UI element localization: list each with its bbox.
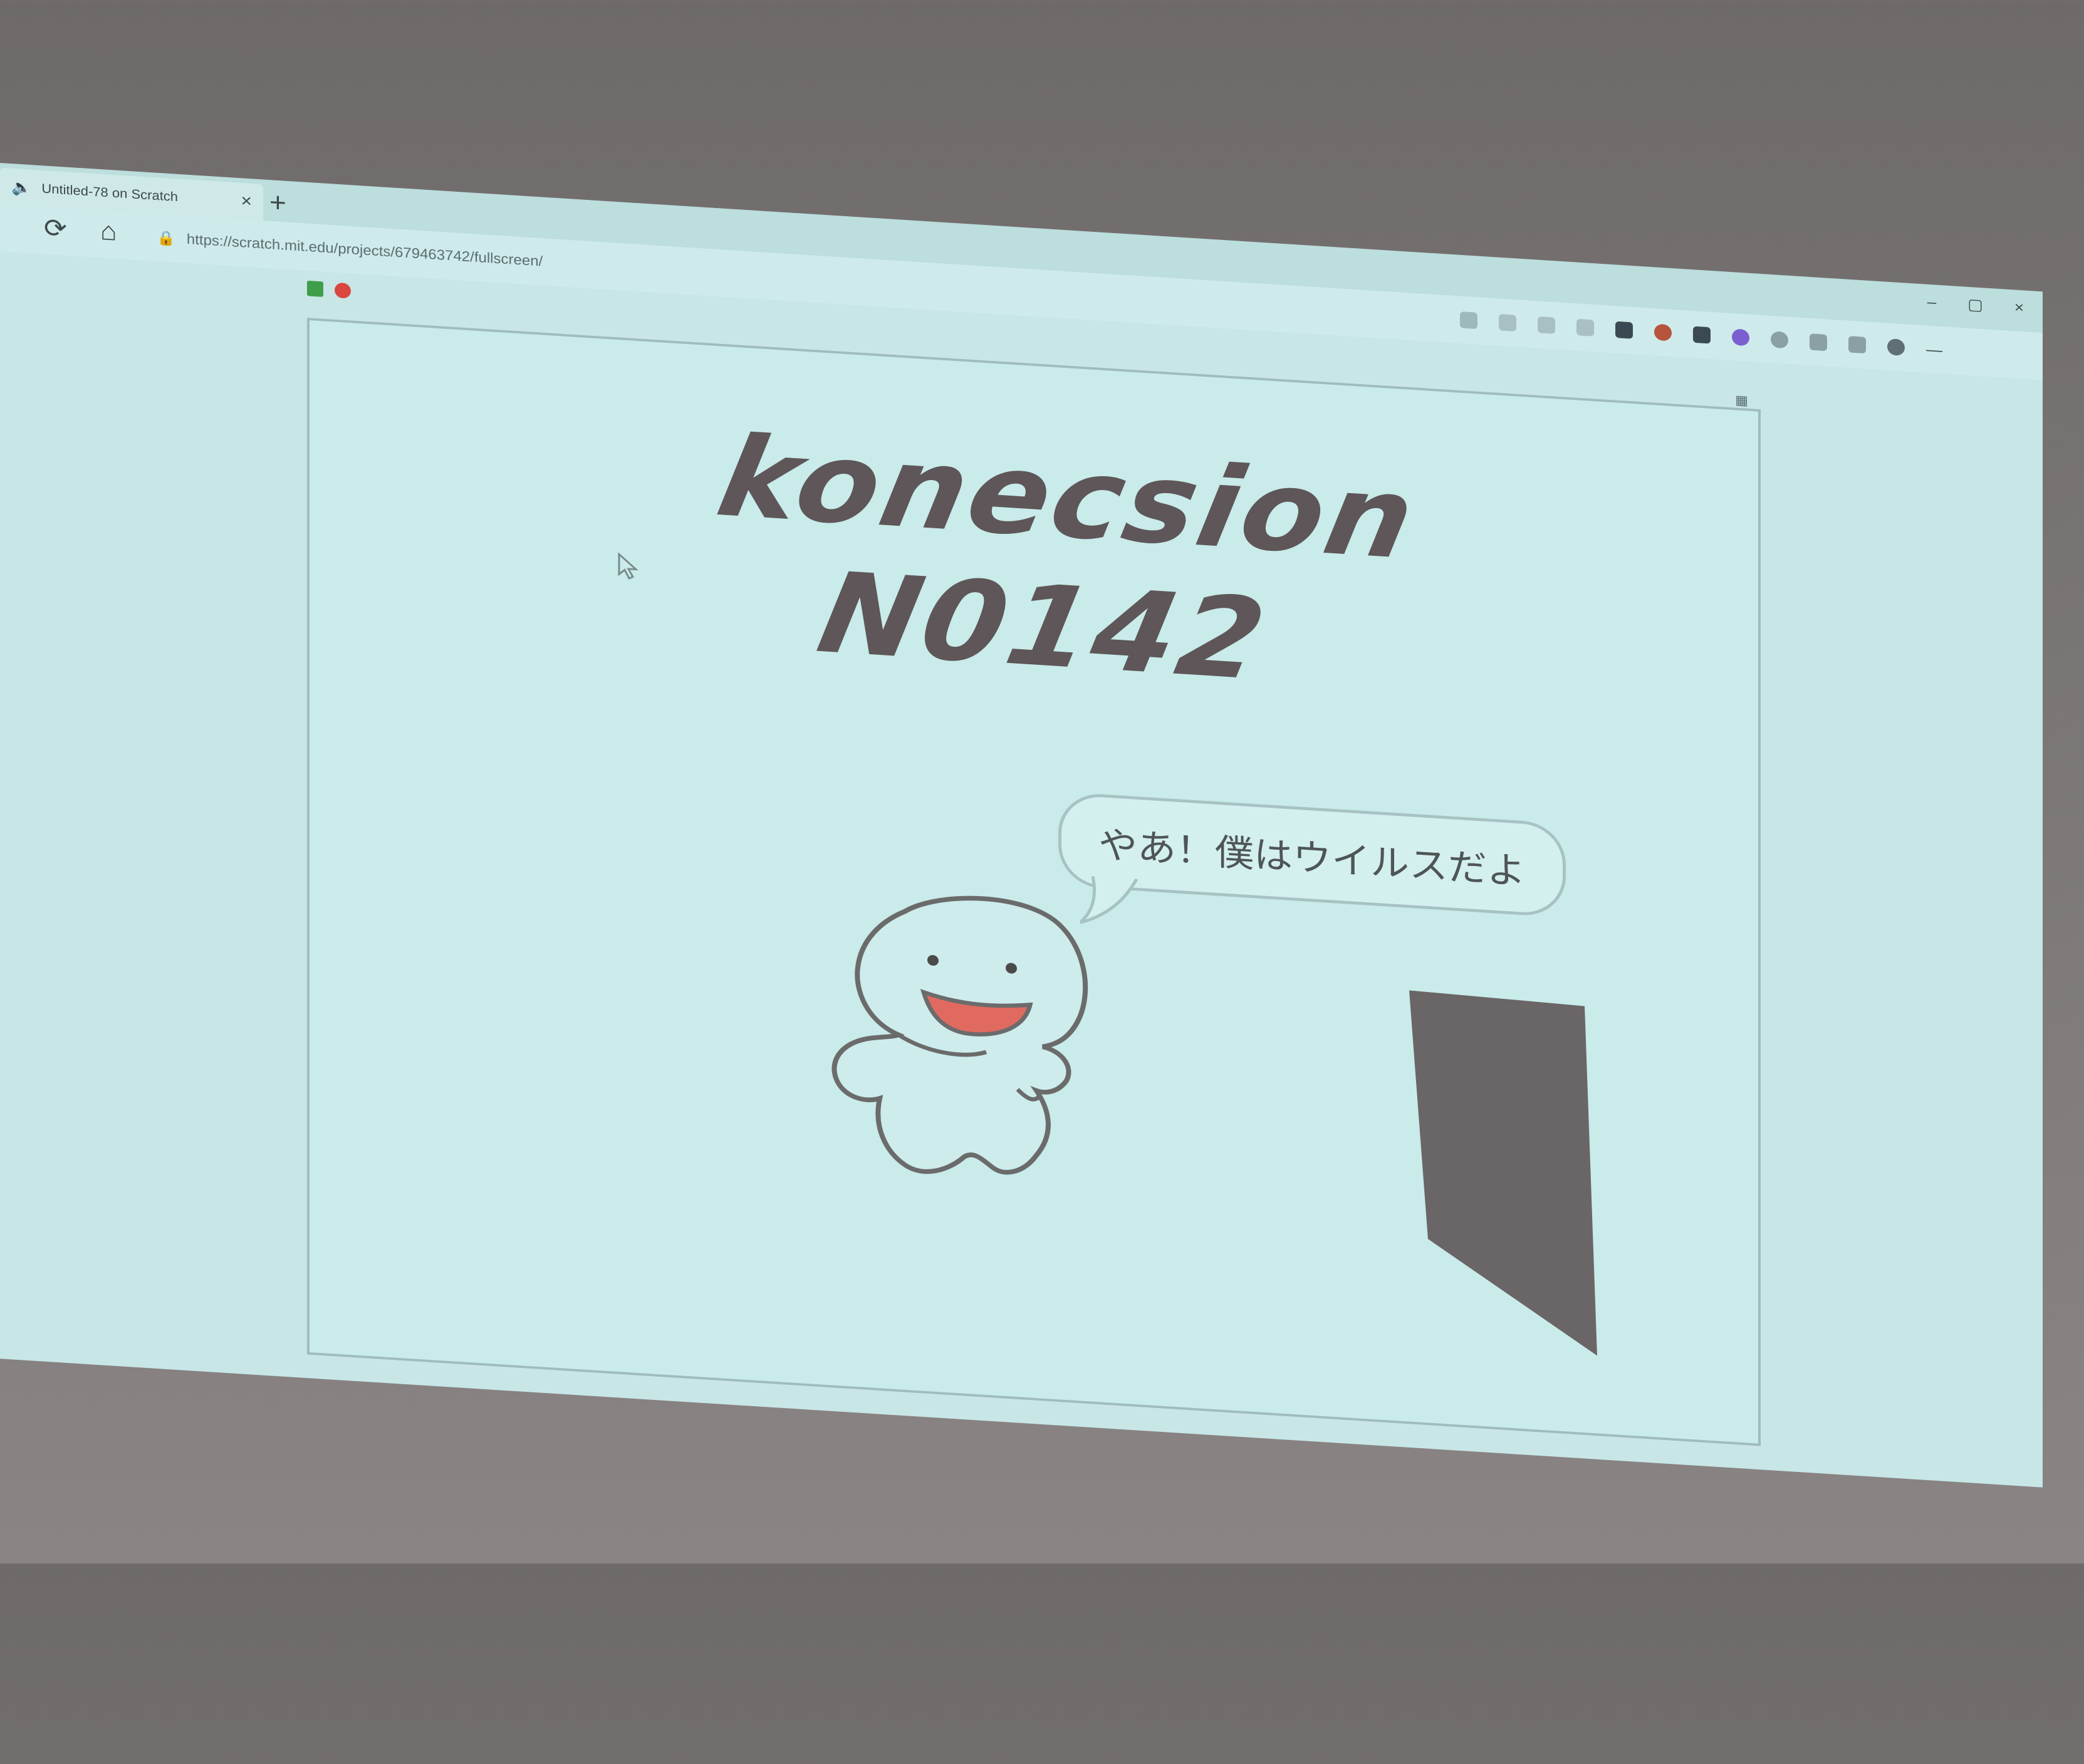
share-icon[interactable] [1576,318,1594,337]
profile-avatar[interactable] [1887,338,1905,357]
url-text: https://scratch.mit.edu/projects/6794637… [186,231,543,270]
extension-icon[interactable] [1615,321,1633,339]
extension-icon[interactable] [1693,326,1711,344]
favorites-icon[interactable] [1810,333,1827,352]
stop-icon[interactable] [335,282,351,299]
microphone-icon[interactable] [1460,311,1477,330]
zoom-icon[interactable] [1538,316,1555,334]
minimize-button[interactable]: – [1927,293,1936,311]
lock-icon: 🔒 [157,229,175,247]
speech-bubble-text: やあ！僕はウイルスだよ [1098,823,1526,893]
read-aloud-icon[interactable] [1499,313,1516,332]
reload-icon[interactable]: ⟳ [44,213,67,244]
tab-title: Untitled-78 on Scratch [41,180,179,204]
virus-character [831,895,1088,1175]
browser-window: 🔈 Untitled-78 on Scratch × + ⟳ ⌂ 🔒 https… [0,163,2043,1488]
green-flag-icon[interactable] [307,280,323,297]
menu-icon[interactable]: — [1926,340,1944,359]
new-tab-button[interactable]: + [269,185,286,218]
scratch-stage[interactable]: ▦ konecsion N0142 やあ！僕はウイルスだよ [307,318,1761,1446]
settings-icon[interactable] [1771,331,1788,349]
door-shape [1409,990,1597,1356]
fullscreen-icon[interactable]: ▦ [1735,392,1748,409]
stage-controls [307,271,351,309]
extension-icon[interactable] [1732,328,1749,347]
stage-title: konecsion N0142 [708,412,1427,705]
maximize-button[interactable]: ▢ [1967,295,1983,315]
speaker-icon[interactable]: 🔈 [11,177,31,197]
tab-close-button[interactable]: × [241,191,252,212]
close-window-button[interactable]: × [2014,298,2024,317]
home-icon[interactable]: ⌂ [100,216,117,247]
collections-icon[interactable] [1848,336,1866,354]
extension-icon[interactable] [1654,323,1672,342]
projected-screen: 🔈 Untitled-78 on Scratch × + ⟳ ⌂ 🔒 https… [0,163,2084,1764]
mouse-cursor-icon [618,552,638,580]
